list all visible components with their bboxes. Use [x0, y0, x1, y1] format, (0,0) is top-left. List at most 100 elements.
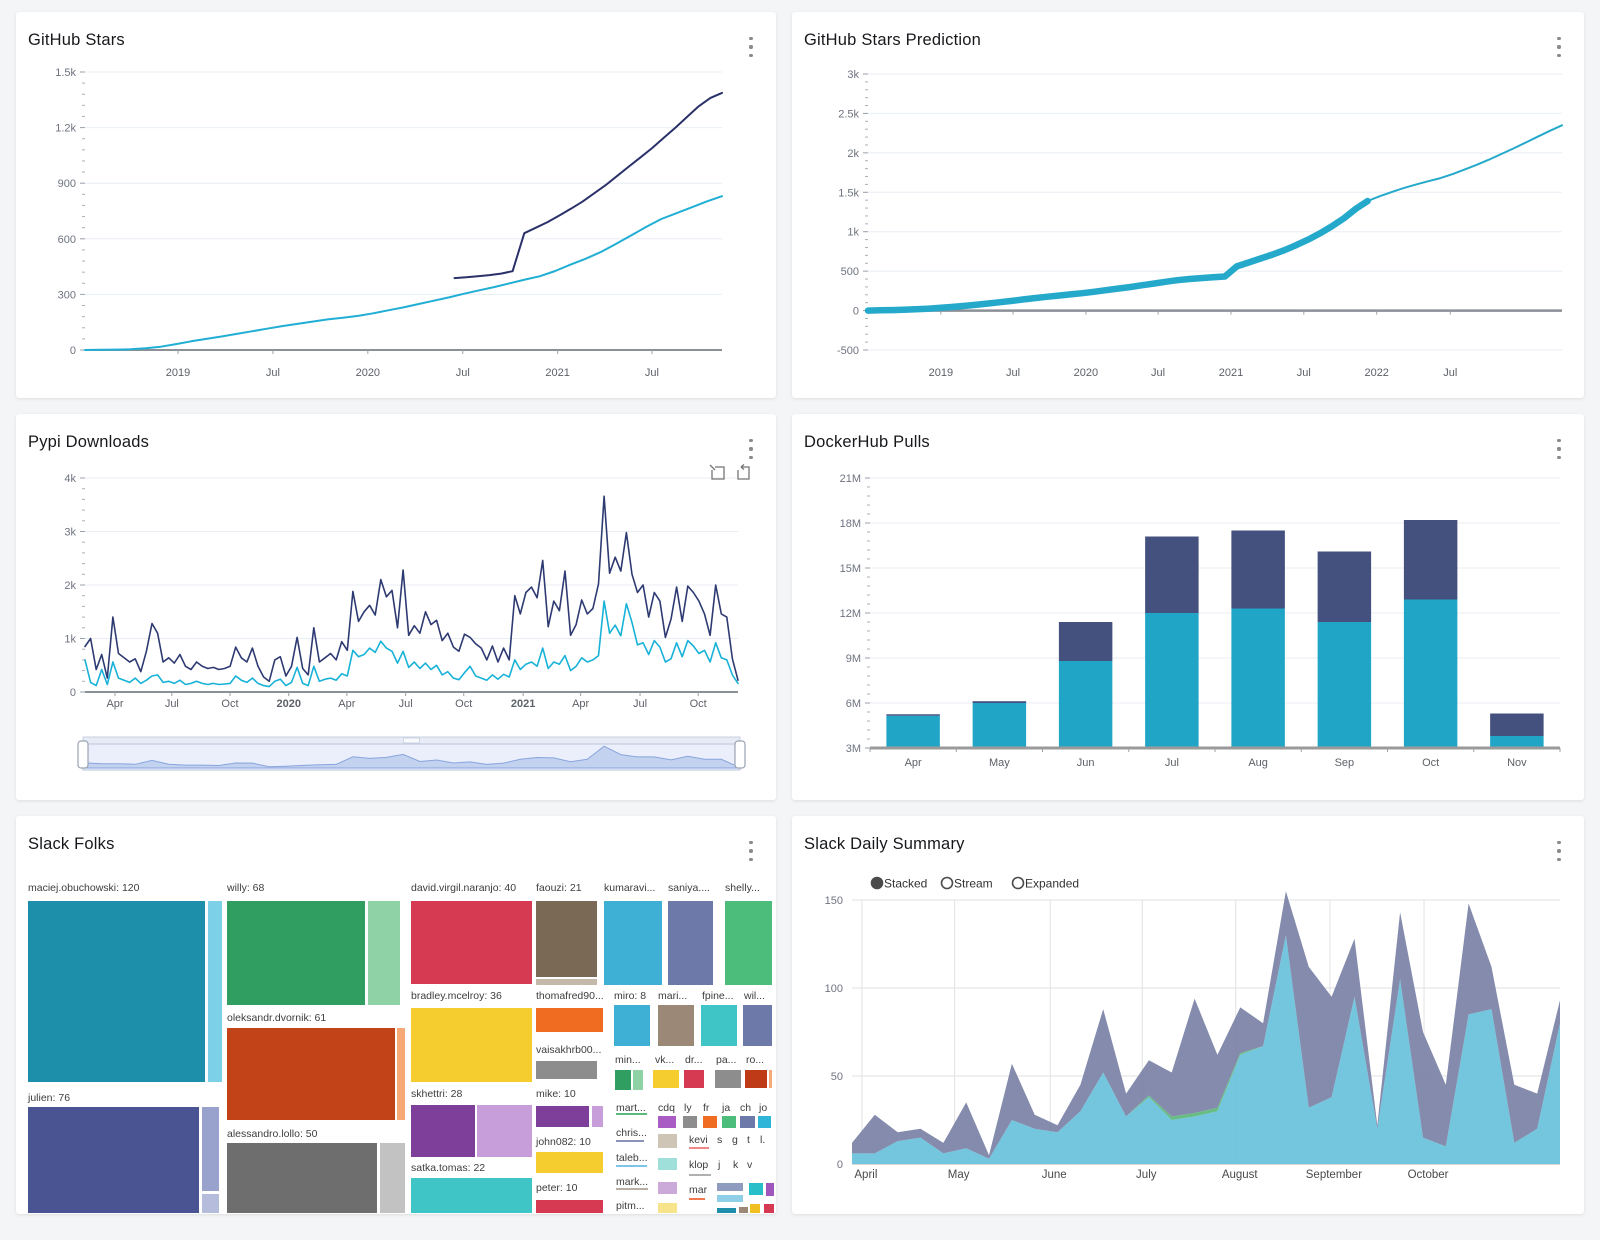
bar-segment[interactable] [1490, 736, 1543, 748]
bar-segment[interactable] [1404, 600, 1457, 749]
treemap-block[interactable] [683, 1116, 697, 1128]
treemap-canvas: maciej.obuchowski: 120julien: 76willy: 6… [16, 816, 776, 1214]
treemap-block[interactable] [658, 1005, 694, 1046]
bar-segment[interactable] [1231, 531, 1284, 609]
bar-segment[interactable] [1059, 622, 1112, 661]
treemap-block[interactable] [740, 1116, 755, 1128]
svg-text:2020: 2020 [276, 698, 300, 710]
treemap-block[interactable] [615, 1070, 631, 1090]
treemap-block[interactable] [28, 1107, 199, 1213]
treemap-block[interactable] [208, 901, 222, 1082]
treemap-block[interactable] [202, 1107, 219, 1191]
treemap-block[interactable] [658, 1203, 677, 1213]
treemap-block[interactable] [227, 1143, 377, 1213]
svg-text:1k: 1k [64, 634, 76, 646]
treemap-block[interactable] [614, 1005, 650, 1046]
treemap-label: klop [689, 1159, 708, 1171]
treemap-block[interactable] [536, 901, 597, 977]
svg-text:Jul: Jul [456, 367, 470, 379]
bar-segment[interactable] [886, 714, 939, 716]
treemap-block[interactable] [202, 1194, 219, 1213]
treemap-block[interactable] [536, 1061, 597, 1079]
treemap-label: s [717, 1134, 722, 1146]
treemap-block[interactable] [717, 1208, 736, 1213]
treemap-block[interactable] [411, 1008, 532, 1082]
restore-icon[interactable] [738, 465, 749, 480]
treemap-block[interactable] [743, 1005, 772, 1046]
slider-handle-right[interactable] [735, 741, 745, 768]
treemap-block[interactable] [739, 1207, 748, 1213]
treemap-block[interactable] [725, 901, 772, 985]
treemap-block[interactable] [750, 1204, 760, 1213]
svg-text:3k: 3k [847, 69, 859, 81]
datazoom-slider[interactable] [78, 737, 745, 770]
treemap-block[interactable] [758, 1116, 771, 1128]
treemap-block[interactable] [658, 1182, 677, 1194]
treemap-block[interactable] [536, 1152, 603, 1173]
bar-segment[interactable] [1145, 537, 1198, 614]
treemap-block[interactable] [717, 1195, 743, 1202]
bar-segment[interactable] [973, 703, 1026, 748]
treemap-block[interactable] [745, 1070, 767, 1088]
bar-segment[interactable] [1318, 552, 1371, 623]
svg-text:May: May [989, 757, 1010, 769]
bar-segment[interactable] [1404, 520, 1457, 600]
treemap-block[interactable] [749, 1183, 763, 1195]
treemap-block[interactable] [227, 1028, 395, 1120]
treemap-block[interactable] [227, 901, 365, 1005]
treemap-block[interactable] [411, 1105, 475, 1157]
treemap-block[interactable] [411, 1178, 532, 1213]
svg-text:Jul: Jul [266, 367, 280, 379]
svg-text:Apr: Apr [338, 698, 355, 710]
panel-github-stars: GitHub Stars 03006009001.2k1.5k2019Jul20… [16, 12, 776, 398]
treemap-block[interactable] [604, 901, 662, 985]
treemap-block[interactable] [477, 1105, 532, 1157]
treemap-block[interactable] [668, 901, 713, 985]
treemap-block[interactable] [658, 1134, 677, 1148]
treemap-block[interactable] [653, 1070, 679, 1088]
treemap-block[interactable] [764, 1204, 774, 1213]
treemap-block[interactable] [28, 901, 205, 1082]
treemap-block[interactable] [715, 1070, 741, 1088]
treemap-block[interactable] [411, 901, 532, 984]
svg-text:Stream: Stream [954, 877, 993, 891]
treemap-block[interactable] [536, 1008, 603, 1032]
treemap-block[interactable] [380, 1143, 405, 1213]
treemap-block[interactable] [766, 1183, 774, 1196]
svg-text:150: 150 [825, 895, 843, 907]
svg-text:October: October [1408, 1169, 1449, 1181]
bar-segment[interactable] [1318, 622, 1371, 748]
legend-item-stacked[interactable]: Stacked [872, 877, 928, 891]
treemap-block[interactable] [703, 1116, 717, 1128]
bar-segment[interactable] [886, 716, 939, 748]
slider-handle-left[interactable] [78, 741, 88, 768]
svg-text:Jul: Jul [1443, 367, 1457, 379]
svg-text:June: June [1042, 1169, 1067, 1181]
bar-segment[interactable] [1059, 661, 1112, 748]
legend-item-stream[interactable]: Stream [942, 877, 993, 891]
treemap-block[interactable] [658, 1158, 677, 1170]
treemap-block[interactable] [722, 1116, 736, 1128]
treemap-block[interactable] [684, 1070, 704, 1088]
treemap-block[interactable] [536, 1106, 589, 1127]
treemap-block[interactable] [592, 1106, 603, 1127]
treemap-block[interactable] [536, 1200, 603, 1213]
treemap-block[interactable] [658, 1116, 676, 1128]
treemap-block[interactable] [633, 1070, 643, 1090]
treemap-block[interactable] [769, 1070, 772, 1088]
treemap-block[interactable] [701, 1005, 737, 1046]
bar-segment[interactable] [1231, 609, 1284, 749]
svg-text:April: April [854, 1169, 877, 1181]
bar-segment[interactable] [1490, 714, 1543, 737]
treemap-block[interactable] [536, 979, 597, 985]
svg-text:2021: 2021 [1219, 367, 1243, 379]
svg-text:1.2k: 1.2k [55, 123, 76, 135]
treemap-block[interactable] [368, 901, 400, 1005]
legend-item-expanded[interactable]: Expanded [1013, 877, 1080, 891]
treemap-block[interactable] [717, 1183, 743, 1191]
treemap-block[interactable] [397, 1028, 405, 1120]
data-zoom-icon[interactable] [710, 465, 724, 479]
bar-segment[interactable] [1145, 613, 1198, 748]
bar-segment[interactable] [973, 701, 1026, 703]
treemap-label: ly [684, 1102, 692, 1114]
